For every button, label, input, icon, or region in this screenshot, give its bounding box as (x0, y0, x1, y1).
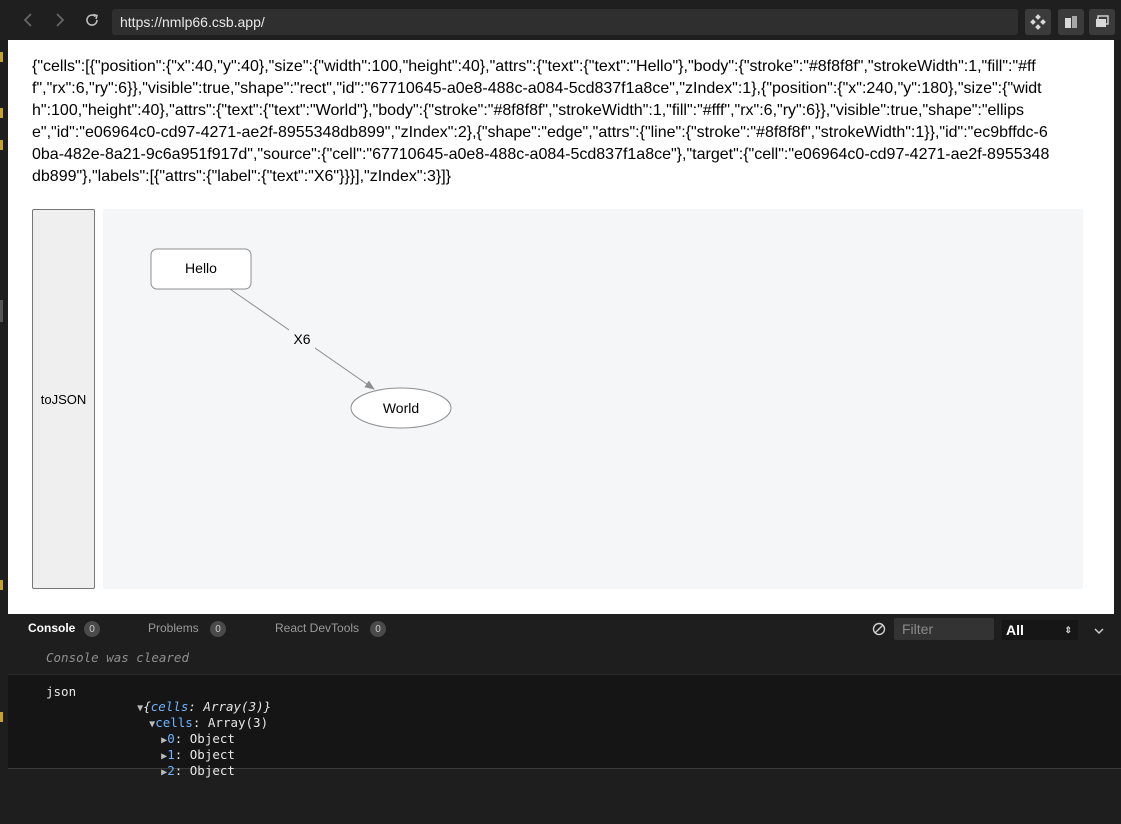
log-level-value: All (1006, 622, 1024, 638)
reload-icon (86, 13, 98, 26)
devtools-panel: Console 0 Problems 0 React DevTools 0 Al… (8, 614, 1121, 824)
chevron-right-icon (56, 13, 65, 27)
address-bar[interactable]: https://nmlp66.csb.app/ (112, 9, 1018, 35)
log-key: json (46, 684, 77, 699)
forward-button[interactable] (48, 8, 72, 32)
gutter-mark (0, 580, 3, 590)
node-world-label: World (383, 400, 419, 416)
split-view-icon (1065, 16, 1077, 28)
item-value: Object (189, 763, 235, 778)
gutter-mark (0, 712, 3, 722)
log-level-select[interactable]: All ⇕ (1002, 620, 1078, 640)
devtools-toggle-button[interactable] (1025, 9, 1051, 35)
tab-problems[interactable]: Problems (148, 621, 199, 635)
node-hello-label: Hello (185, 260, 217, 276)
clear-icon (872, 622, 886, 636)
tab-console[interactable]: Console (28, 621, 75, 635)
gutter-mark (0, 140, 3, 150)
item-index: 2 (167, 763, 175, 778)
split-view-button[interactable] (1058, 9, 1084, 35)
preview-page: {"cells":[{"position":{"x":40,"y":40},"s… (8, 40, 1114, 614)
gutter-mark (0, 108, 3, 118)
gutter-mark (0, 300, 3, 322)
windows-icon (1096, 15, 1109, 27)
devtools-tabbar: Console 0 Problems 0 React DevTools 0 Al… (8, 614, 1121, 644)
tab-react-devtools[interactable]: React DevTools (275, 621, 359, 635)
cell-item-2[interactable]: ▶2: Object (116, 748, 235, 793)
reload-button[interactable] (80, 8, 104, 32)
console-log-entry: json ▼{cells: Array(3)} ▼cells: Array(3)… (8, 674, 1121, 778)
console-count-badge: 0 (84, 621, 100, 637)
json-output-text: {"cells":[{"position":{"x":40,"y":40},"s… (32, 58, 1050, 185)
console-cleared-message: Console was cleared (46, 650, 189, 665)
select-arrows-icon: ⇕ (1064, 625, 1072, 635)
graph-canvas[interactable]: X6 Hello World (103, 209, 1083, 589)
problems-count-badge: 0 (210, 621, 226, 637)
chevron-down-icon (1094, 628, 1104, 635)
open-window-button[interactable] (1089, 9, 1115, 35)
diamond-grid-icon (1030, 14, 1046, 30)
browser-toolbar: https://nmlp66.csb.app/ (0, 0, 1121, 40)
clear-console-button[interactable] (872, 622, 886, 636)
back-button[interactable] (16, 8, 40, 32)
edge-label: X6 (293, 331, 310, 347)
tojson-button[interactable]: toJSON (32, 209, 95, 589)
gutter-mark (0, 52, 3, 62)
graph-svg: X6 Hello World (150, 248, 452, 429)
react-devtools-count-badge: 0 (370, 621, 386, 637)
chevron-left-icon (23, 13, 32, 27)
filter-input[interactable] (894, 618, 994, 640)
collapse-panel-button[interactable] (1094, 622, 1104, 640)
